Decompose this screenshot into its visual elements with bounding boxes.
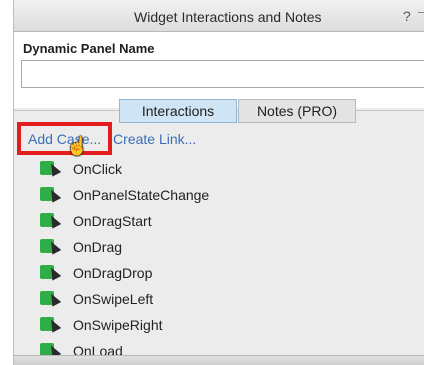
add-case-link[interactable]: Add Case...: [28, 131, 101, 147]
panel-name-section: Dynamic Panel Name: [14, 32, 424, 108]
event-label: OnDragStart: [73, 213, 152, 229]
event-item-onclick[interactable]: OnClick: [40, 156, 209, 182]
event-item-onpanelstatechange[interactable]: OnPanelStateChange: [40, 182, 209, 208]
event-item-ondrag[interactable]: OnDrag: [40, 234, 209, 260]
screenshot-root: Widget Interactions and Notes ? Dynamic …: [0, 0, 424, 365]
interaction-event-list: OnClick OnPanelStateChange OnDragStart O…: [40, 156, 209, 364]
event-item-onswipeleft[interactable]: OnSwipeLeft: [40, 286, 209, 312]
panel-title: Widget Interactions and Notes: [134, 9, 322, 25]
help-icon[interactable]: ?: [403, 8, 411, 24]
event-item-ondragdrop[interactable]: OnDragDrop: [40, 260, 209, 286]
panel-title-bar: Widget Interactions and Notes ?: [14, 0, 424, 32]
widget-interactions-panel: Widget Interactions and Notes ? Dynamic …: [13, 0, 424, 365]
event-label: OnClick: [73, 161, 123, 177]
event-label: OnPanelStateChange: [73, 187, 210, 203]
dynamic-panel-name-input[interactable]: [21, 60, 424, 88]
case-links: Add Case... Create Link...: [28, 131, 196, 151]
tab-interactions[interactable]: Interactions: [119, 99, 237, 123]
event-item-ondragstart[interactable]: OnDragStart: [40, 208, 209, 234]
tab-notes[interactable]: Notes (PRO): [238, 99, 356, 123]
interaction-event-icon: [40, 160, 62, 178]
interaction-event-icon: [40, 264, 62, 282]
event-label: OnDragDrop: [73, 265, 153, 281]
interaction-event-icon: [40, 316, 62, 334]
interaction-event-icon: [40, 186, 62, 204]
panel-menu-icon[interactable]: [418, 12, 424, 21]
event-label: OnSwipeLeft: [73, 291, 154, 307]
create-link-link[interactable]: Create Link...: [113, 131, 196, 147]
interaction-event-icon: [40, 238, 62, 256]
event-label: OnSwipeRight: [73, 317, 163, 333]
interaction-event-icon: [40, 212, 62, 230]
pointer-hand-icon: ☝: [66, 136, 89, 156]
next-panel-title-bar: [14, 355, 424, 365]
event-item-onswiperight[interactable]: OnSwipeRight: [40, 312, 209, 338]
interaction-event-icon: [40, 290, 62, 308]
left-margin: [0, 0, 13, 365]
dynamic-panel-name-label: Dynamic Panel Name: [23, 41, 155, 56]
event-label: OnDrag: [73, 239, 123, 255]
